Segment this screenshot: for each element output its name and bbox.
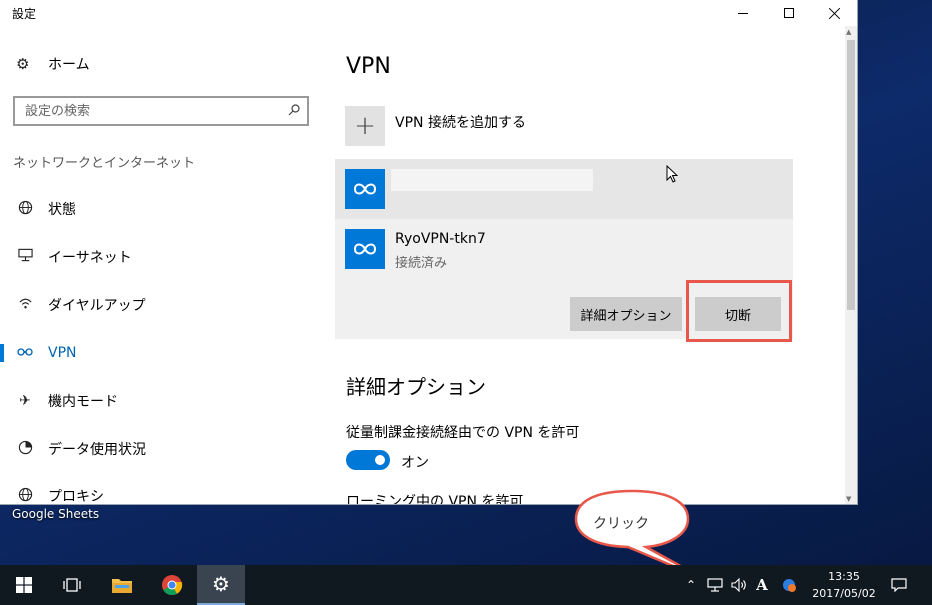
search-box [13,96,309,126]
maximize-icon [784,8,794,18]
title-bar: 設定 [0,0,857,26]
network-icon [707,578,723,592]
windows-icon [16,577,32,593]
dialup-icon [16,296,34,314]
roaming-setting-label: ローミング中の VPN を許可 [346,494,524,505]
vpn-connection-icon [345,229,385,269]
plus-icon: + [345,106,385,146]
globe-icon [16,200,34,219]
chevron-up-icon: ⌃ [685,578,697,592]
vpn-icon [16,345,34,361]
task-view-icon [63,578,81,592]
ethernet-icon [16,248,34,266]
sidebar-item-label: データ使用状況 [48,442,146,458]
mouse-cursor-icon [666,165,678,183]
add-vpn-label: VPN 接続を追加する [395,115,526,131]
advanced-options-heading: 詳細オプション [346,375,486,399]
volume-tray-button[interactable] [728,565,750,605]
sidebar-item-proxy[interactable]: プロキシ [0,478,320,505]
app-tray-icon [783,579,796,592]
search-input[interactable] [15,98,281,124]
callout-text: クリック [593,516,649,532]
redacted-name [391,169,593,191]
network-tray-button[interactable] [704,565,726,605]
main-content: VPN + VPN 接続を追加する RyoVPN-tkn7 接続済み 詳細オプシ… [335,26,845,505]
file-explorer-button[interactable] [98,565,146,605]
taskbar: ⚙ ⌃ A 13:35 2017/05/02 [0,565,932,605]
close-icon [829,7,841,19]
settings-window: 設定 ⚙ ホーム ネットワークとインターネット 状態 イーサネッ [0,0,858,505]
section-heading: ネットワークとインターネット [13,156,196,171]
ime-mode-label: A [756,576,768,594]
proxy-icon [16,487,34,505]
scrollbar-thumb[interactable] [847,40,855,310]
maximize-button[interactable] [766,0,812,26]
metered-toggle-state: オン [401,455,429,471]
sidebar-item-ethernet[interactable]: イーサネット [0,239,320,275]
sidebar-item-label: ダイヤルアップ [48,298,146,314]
start-button[interactable] [0,565,48,605]
sidebar-item-status[interactable]: 状態 [0,191,320,227]
data-usage-icon [16,440,34,459]
minimize-button[interactable] [720,0,766,26]
advanced-options-button[interactable]: 詳細オプション [570,297,682,331]
clock[interactable]: 13:35 2017/05/02 [808,568,880,602]
chrome-icon [162,575,183,596]
vpn-connection-icon [345,169,385,209]
notification-icon [891,578,907,592]
sidebar-item-data-usage[interactable]: データ使用状況 [0,431,320,467]
search-icon[interactable] [281,103,307,119]
sidebar-item-label: ホーム [48,57,90,73]
sidebar-item-label: イーサネット [48,250,132,266]
add-vpn-button[interactable]: + VPN 接続を追加する [345,106,526,146]
app-tray-button[interactable] [778,565,800,605]
ime-indicator[interactable]: A [752,565,772,605]
gear-icon: ⚙ [16,55,30,73]
minimize-icon [738,12,748,14]
vpn-connection-name: RyoVPN-tkn7 [395,231,486,247]
sidebar-item-airplane[interactable]: ✈ 機内モード [0,383,320,419]
sidebar-item-vpn[interactable]: VPN [0,335,320,371]
sidebar: ⚙ ホーム ネットワークとインターネット 状態 イーサネット [0,26,320,505]
vpn-connection-item-blank[interactable] [335,159,793,219]
sidebar-item-label: プロキシ [48,489,104,505]
sidebar-item-label: VPN [48,345,77,361]
sidebar-item-label: 状態 [48,202,76,218]
settings-taskbar-button[interactable]: ⚙ [197,565,245,605]
scrollbar[interactable]: ▲ ▼ [845,26,857,504]
metered-toggle[interactable] [346,450,390,470]
scroll-up-icon[interactable]: ▲ [846,28,851,36]
chrome-button[interactable] [148,565,196,605]
clock-time: 13:35 [828,570,860,583]
metered-setting-label: 従量制課金接続経由での VPN を許可 [346,425,580,441]
speaker-icon [731,578,746,592]
tray-overflow-button[interactable]: ⌃ [682,565,700,605]
toggle-knob [375,455,385,465]
window-title: 設定 [12,7,37,21]
close-button[interactable] [812,0,857,26]
gear-icon: ⚙ [212,572,230,596]
scroll-down-icon[interactable]: ▼ [846,495,851,503]
clock-date: 2017/05/02 [812,587,876,600]
airplane-icon: ✈ [19,393,31,409]
folder-icon [112,579,132,593]
vpn-connection-status: 接続済み [395,256,448,271]
desktop-shortcut-label[interactable]: Google Sheets [12,507,99,521]
sidebar-item-dialup[interactable]: ダイヤルアップ [0,287,320,323]
notifications-button[interactable] [886,565,912,605]
task-view-button[interactable] [48,565,96,605]
disconnect-button[interactable]: 切断 [695,297,781,331]
sidebar-item-home[interactable]: ⚙ ホーム [16,54,90,74]
sidebar-item-label: 機内モード [48,394,118,410]
page-title: VPN [346,54,391,79]
